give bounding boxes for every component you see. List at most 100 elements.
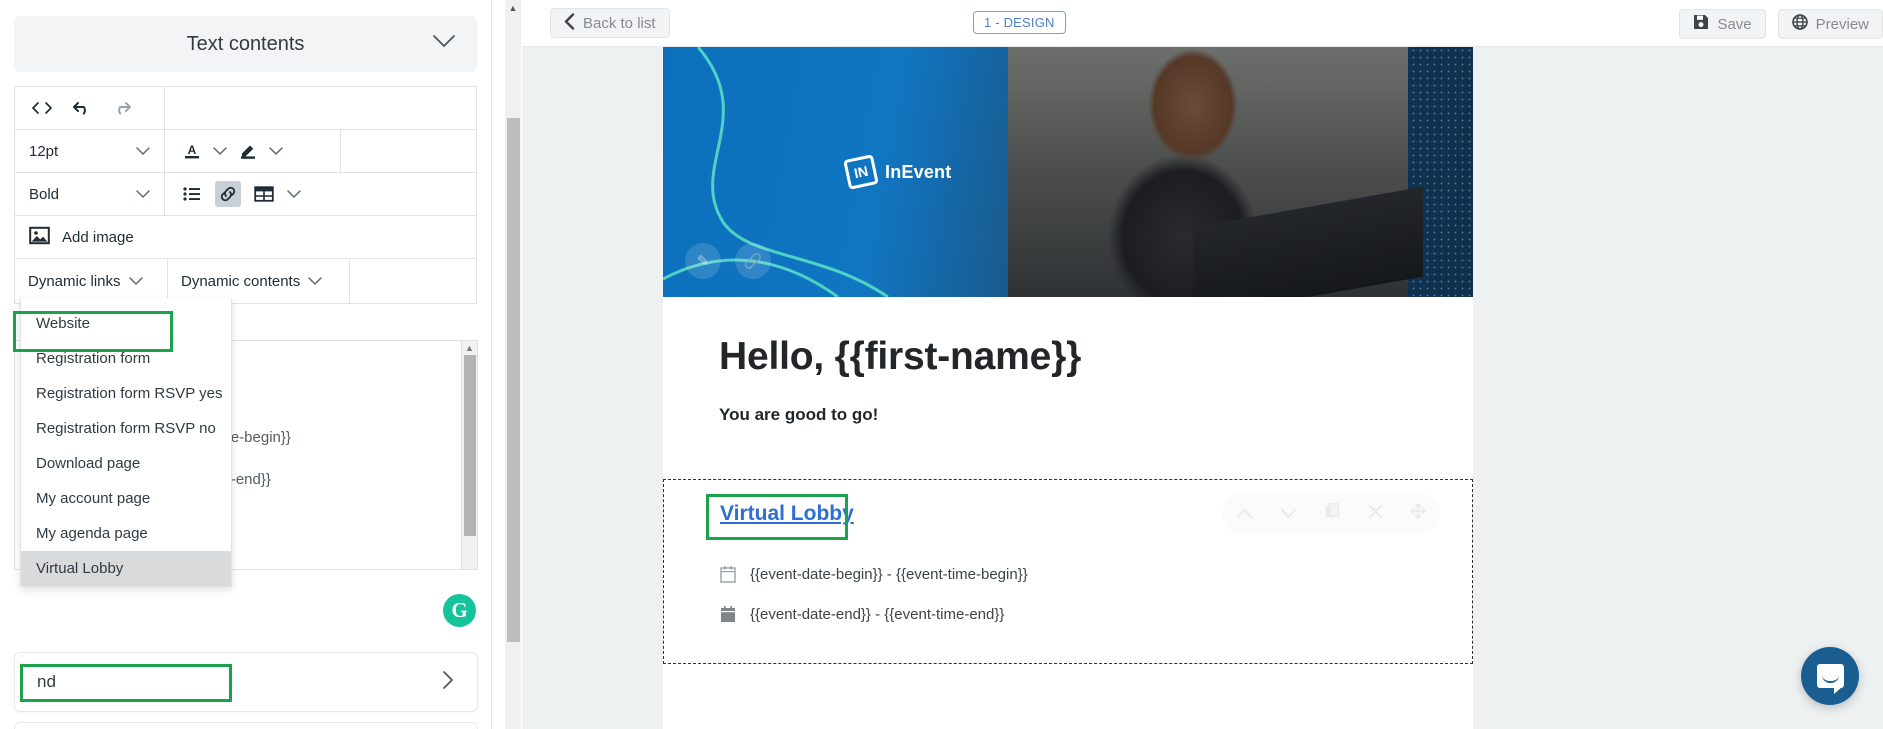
event-begin-row: {{event-date-begin}} - {{event-time-begi… xyxy=(720,565,1472,583)
svg-text:A: A xyxy=(188,143,197,157)
triangle-up-icon[interactable]: ▲ xyxy=(505,0,521,16)
highlight-icon[interactable] xyxy=(235,138,261,164)
text-contents-editor-panel: Text contents 12pt A Bold Add image Dyna… xyxy=(0,0,492,729)
chevron-down-icon[interactable] xyxy=(269,144,283,159)
back-to-list-button[interactable]: Back to list xyxy=(550,8,670,38)
menu-item-my-account-page[interactable]: My account page xyxy=(21,481,231,516)
chevron-right-icon xyxy=(442,670,455,695)
add-image-label: Add image xyxy=(62,228,134,246)
menu-item-label: Registration form RSVP no xyxy=(36,420,216,437)
preview-label: Preview xyxy=(1815,15,1869,33)
save-label: Save xyxy=(1717,15,1752,33)
menu-item-registration-form-rsvp-yes[interactable]: Registration form RSVP yes xyxy=(21,376,231,411)
dynamic-links-label: Dynamic links xyxy=(28,272,121,290)
dynamic-links-menu: Website Registration form Registration f… xyxy=(20,298,232,587)
dynamic-contents-dropdown[interactable]: Dynamic contents xyxy=(168,259,350,303)
floppy-disk-icon xyxy=(1693,14,1709,34)
text-color-icon[interactable]: A xyxy=(179,138,205,164)
toolbar-row-image: Add image xyxy=(15,216,476,259)
link-icon[interactable]: 🔗 xyxy=(735,243,771,279)
preview-button[interactable]: Preview xyxy=(1777,9,1883,39)
email-subheading: You are good to go! xyxy=(719,405,879,424)
background-settings-label: nd xyxy=(37,672,56,691)
topbar-actions: Save Preview xyxy=(1679,9,1883,39)
menu-item-registration-form[interactable]: Registration form xyxy=(21,341,231,376)
link-icon[interactable] xyxy=(215,181,241,207)
triangle-up-icon[interactable]: ▲ xyxy=(462,341,477,355)
inevent-logo-icon: IN InEvent xyxy=(843,154,952,190)
chevron-up-icon[interactable] xyxy=(1236,504,1253,524)
close-icon[interactable] xyxy=(1368,504,1383,524)
chevron-down-icon[interactable] xyxy=(1280,504,1297,524)
toolbar-row-history xyxy=(15,87,476,130)
menu-item-label: My agenda page xyxy=(36,525,148,542)
menu-item-virtual-lobby[interactable]: Virtual Lobby xyxy=(21,551,231,586)
block-toolbar xyxy=(1222,493,1440,534)
copy-icon[interactable] xyxy=(1325,502,1340,525)
next-settings-row[interactable] xyxy=(14,722,478,729)
editor-scrollbar-thumb[interactable] xyxy=(464,355,476,536)
email-canvas: IN InEvent ✎ 🔗 Hello, {{first-name}} You… xyxy=(522,47,1883,729)
toolbar-row-dynamic-empty xyxy=(350,259,476,303)
menu-item-label: Registration form RSVP yes xyxy=(36,385,223,402)
panel-scrollbar-thumb[interactable] xyxy=(507,118,520,642)
font-size-dropdown[interactable]: 12pt xyxy=(29,143,150,160)
menu-item-website[interactable]: Website xyxy=(21,306,231,341)
editor-scrollbar[interactable]: ▲ xyxy=(461,341,477,569)
menu-item-registration-form-rsvp-no[interactable]: Registration form RSVP no xyxy=(21,411,231,446)
toolbar-row-format: Bold xyxy=(15,173,476,216)
toolbar-row-history-empty xyxy=(165,87,476,129)
dynamic-links-dropdown[interactable]: Dynamic links xyxy=(15,259,168,303)
back-to-list-label: Back to list xyxy=(583,14,656,32)
toolbar-row-font: 12pt A xyxy=(15,130,476,173)
hero-hover-actions: ✎ 🔗 xyxy=(685,243,771,279)
step-badge[interactable]: 1 - DESIGN xyxy=(973,11,1066,34)
toolbar-row-format-empty xyxy=(341,173,476,215)
chevron-down-icon[interactable] xyxy=(213,144,227,159)
toolbar-row-dynamic: Dynamic links Dynamic contents xyxy=(15,259,476,303)
app-root: Text contents 12pt A Bold Add image Dyna… xyxy=(0,0,1883,729)
hero-image-block[interactable]: IN InEvent ✎ 🔗 xyxy=(663,47,1473,297)
event-end-row: {{event-date-end}} - {{event-time-end}} xyxy=(720,605,1472,623)
event-begin-text: {{event-date-begin}} - {{event-time-begi… xyxy=(750,565,1028,583)
undo-icon[interactable] xyxy=(69,95,95,121)
section-header-text-contents[interactable]: Text contents xyxy=(14,16,477,72)
dynamic-contents-label: Dynamic contents xyxy=(181,272,301,290)
virtual-lobby-block[interactable]: Virtual Lobby {{event-date-begin}} - {{e… xyxy=(663,479,1473,664)
top-toolbar: Back to list 1 - DESIGN Save Preview xyxy=(522,0,1883,47)
event-end-text: {{event-date-end}} - {{event-time-end}} xyxy=(750,605,1005,623)
rich-text-toolbar: 12pt A Bold Add image Dynamic links Dyna… xyxy=(14,86,477,304)
menu-item-download-page[interactable]: Download page xyxy=(21,446,231,481)
redo-icon[interactable] xyxy=(109,95,135,121)
globe-icon xyxy=(1791,14,1808,34)
logo-text: InEvent xyxy=(885,161,952,182)
email-heading: Hello, {{first-name}} xyxy=(719,335,1082,378)
chat-bubble-icon[interactable] xyxy=(1801,647,1859,705)
chevron-down-icon[interactable] xyxy=(433,35,455,53)
bullet-list-icon[interactable] xyxy=(179,181,205,207)
chevron-down-icon[interactable] xyxy=(287,187,301,202)
menu-item-label: Registration form xyxy=(36,350,151,367)
text-style-dropdown[interactable]: Bold xyxy=(29,186,150,203)
grammarly-icon[interactable]: G xyxy=(443,594,476,627)
logo-mark: IN xyxy=(843,154,879,190)
chat-bubble-shape xyxy=(1816,664,1844,694)
chevron-down-icon xyxy=(308,274,322,289)
menu-item-label: My account page xyxy=(36,490,151,507)
chevron-down-icon xyxy=(136,187,150,202)
background-settings-row[interactable]: nd xyxy=(14,652,478,712)
chevron-left-icon xyxy=(564,12,575,34)
menu-item-my-agenda-page[interactable]: My agenda page xyxy=(21,516,231,551)
save-button[interactable]: Save xyxy=(1679,9,1766,39)
code-icon[interactable] xyxy=(29,95,55,121)
text-style-value: Bold xyxy=(29,185,60,203)
virtual-lobby-link[interactable]: Virtual Lobby xyxy=(720,502,854,526)
pencil-icon[interactable]: ✎ xyxy=(685,243,721,279)
email-preview: IN InEvent ✎ 🔗 Hello, {{first-name}} You… xyxy=(663,47,1473,729)
email-text-block[interactable]: Hello, {{first-name}} You are good to go… xyxy=(663,297,1473,435)
add-image-button[interactable]: Add image xyxy=(15,216,476,258)
table-icon[interactable] xyxy=(251,181,277,207)
move-icon[interactable] xyxy=(1410,503,1426,524)
font-size-value: 12pt xyxy=(29,142,59,160)
panel-scrollbar[interactable]: ▲ xyxy=(505,0,521,729)
